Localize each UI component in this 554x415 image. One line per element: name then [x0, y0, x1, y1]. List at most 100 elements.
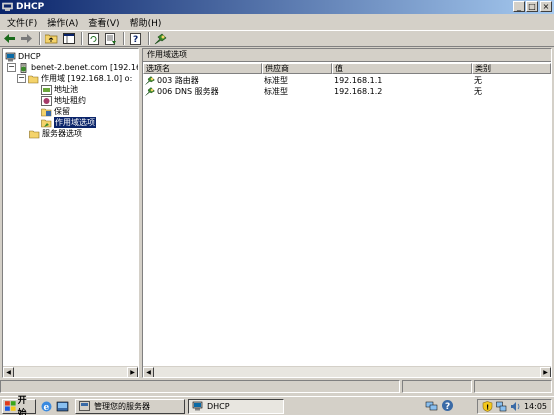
export-list-button[interactable]	[103, 32, 118, 46]
back-button[interactable]	[2, 32, 17, 46]
window-title: DHCP	[16, 2, 45, 12]
network-icon[interactable]	[425, 399, 438, 412]
folder-icon	[29, 130, 40, 138]
scroll-left-button[interactable]: ◀	[3, 367, 14, 377]
column-header-value[interactable]: 值	[332, 63, 472, 74]
column-header-row: 选项名 供应商 值 类别	[143, 63, 551, 74]
tree-label-server-options: 服务器选项	[42, 129, 82, 138]
menu-bar: 文件(F) 操作(A) 查看(V) 帮助(H)	[0, 14, 554, 30]
tree-label-scope: 作用域 [192.168.1.0] o:	[41, 74, 133, 83]
address-leases-icon	[41, 95, 52, 106]
export-list-icon	[104, 32, 116, 45]
cell-vendor: 标准型	[264, 87, 288, 96]
manage-server-icon	[79, 401, 90, 411]
refresh-icon	[88, 32, 99, 45]
details-horizontal-scrollbar[interactable]: ◀ ▶	[143, 366, 551, 377]
help-icon: ?	[129, 32, 141, 45]
menu-view[interactable]: 查看(V)	[83, 16, 124, 29]
console-tree-icon	[62, 33, 75, 44]
folder-up-icon	[45, 34, 58, 44]
svg-text:?: ?	[445, 402, 450, 412]
task-label-manage-server: 管理您的服务器	[94, 401, 150, 411]
computer-icon	[5, 52, 16, 61]
dhcp-app-icon	[192, 401, 203, 411]
windows-logo-icon	[5, 401, 16, 411]
menu-action[interactable]: 操作(A)	[42, 16, 83, 29]
tree-label-dhcp: DHCP	[18, 52, 41, 61]
tree-horizontal-scrollbar[interactable]: ◀ ▶	[3, 366, 138, 377]
network-connection-icon[interactable]	[496, 401, 507, 412]
maximize-button[interactable]: □	[526, 1, 538, 12]
help-tray-icon[interactable]: ?	[441, 399, 454, 412]
collapse-toggle[interactable]: −	[17, 74, 26, 83]
internet-explorer-icon[interactable]: e	[40, 400, 53, 413]
status-bar	[0, 380, 554, 394]
details-pane[interactable]: 作用域选项 选项名 供应商 值 类别 003 路由器 标准型 192.168.1…	[142, 48, 552, 378]
column-header-class[interactable]: 类别	[472, 63, 551, 74]
up-level-button[interactable]	[44, 32, 59, 46]
tree-item-address-pool[interactable]: 地址池	[41, 84, 78, 95]
tree-item-reservations[interactable]: 保留	[41, 106, 70, 117]
console-tree-pane[interactable]: DHCP − benet-2.benet.com [192.168 − 作用域 …	[2, 48, 139, 378]
task-button-manage-server[interactable]: 管理您的服务器	[75, 398, 185, 414]
tree-item-address-leases[interactable]: 地址租约	[41, 95, 86, 106]
task-button-dhcp[interactable]: DHCP	[188, 398, 284, 414]
clock[interactable]: 14:05	[524, 402, 547, 411]
cell-value: 192.168.1.2	[334, 87, 383, 96]
cell-value: 192.168.1.1	[334, 76, 383, 85]
toolbar-separator	[81, 32, 83, 45]
tree-item-scope[interactable]: − 作用域 [192.168.1.0] o:	[17, 73, 132, 84]
reservations-icon	[41, 108, 52, 116]
status-panel-main	[0, 380, 400, 393]
tree-item-server-options[interactable]: 服务器选项	[29, 128, 82, 139]
cell-option-name: 003 路由器	[157, 76, 199, 85]
tray-extra-icons: ?	[422, 399, 454, 412]
close-button[interactable]: ×	[540, 1, 552, 12]
svg-text:e: e	[44, 403, 50, 413]
back-arrow-icon	[4, 34, 15, 43]
toolbar-separator	[123, 32, 125, 45]
scroll-left-button[interactable]: ◀	[143, 367, 154, 377]
table-row[interactable]: 006 DNS 服务器 标准型 192.168.1.2 无	[143, 86, 551, 97]
column-header-vendor[interactable]: 供应商	[262, 63, 332, 74]
svg-text:!: !	[486, 404, 489, 412]
collapse-toggle[interactable]: −	[7, 63, 16, 72]
folder-open-icon	[28, 75, 39, 83]
scroll-track[interactable]	[154, 367, 540, 377]
scroll-track[interactable]	[14, 367, 127, 377]
option-icon	[145, 87, 155, 96]
menu-file[interactable]: 文件(F)	[2, 16, 42, 29]
start-button[interactable]: 开始	[2, 396, 36, 415]
tree-item-server[interactable]: − benet-2.benet.com [192.168	[7, 62, 138, 73]
tree-label-address-pool: 地址池	[54, 85, 78, 94]
tree-label-address-leases: 地址租约	[54, 96, 86, 105]
security-alert-icon[interactable]: !	[482, 401, 493, 412]
quick-launch: e	[40, 400, 72, 413]
table-row[interactable]: 003 路由器 标准型 192.168.1.1 无	[143, 75, 551, 86]
svg-text:?: ?	[133, 35, 138, 45]
tree-item-dhcp-root[interactable]: DHCP	[5, 51, 41, 62]
scroll-right-button[interactable]: ▶	[540, 367, 551, 377]
tree-item-scope-options[interactable]: 作用域选项	[41, 117, 96, 128]
server-icon	[20, 62, 27, 73]
show-desktop-icon[interactable]	[56, 400, 69, 413]
toolbar-separator	[39, 32, 41, 45]
refresh-button[interactable]	[86, 32, 101, 46]
dhcp-app-icon	[2, 2, 13, 11]
column-header-option-name[interactable]: 选项名	[143, 63, 262, 74]
option-icon	[145, 76, 155, 85]
title-bar: DHCP _ □ ×	[0, 0, 554, 14]
menu-help[interactable]: 帮助(H)	[125, 16, 167, 29]
cell-class: 无	[474, 76, 482, 85]
help-button[interactable]: ?	[128, 32, 143, 46]
minimize-button[interactable]: _	[513, 1, 525, 12]
dhcp-action-button[interactable]	[153, 32, 168, 46]
forward-button[interactable]	[19, 32, 34, 46]
system-tray: ! 14:05	[476, 399, 552, 414]
cell-vendor: 标准型	[264, 76, 288, 85]
volume-icon[interactable]	[510, 401, 521, 412]
cell-option-name: 006 DNS 服务器	[157, 87, 219, 96]
forward-arrow-icon	[21, 34, 32, 43]
show-hide-tree-button[interactable]	[61, 32, 76, 46]
scroll-right-button[interactable]: ▶	[127, 367, 138, 377]
